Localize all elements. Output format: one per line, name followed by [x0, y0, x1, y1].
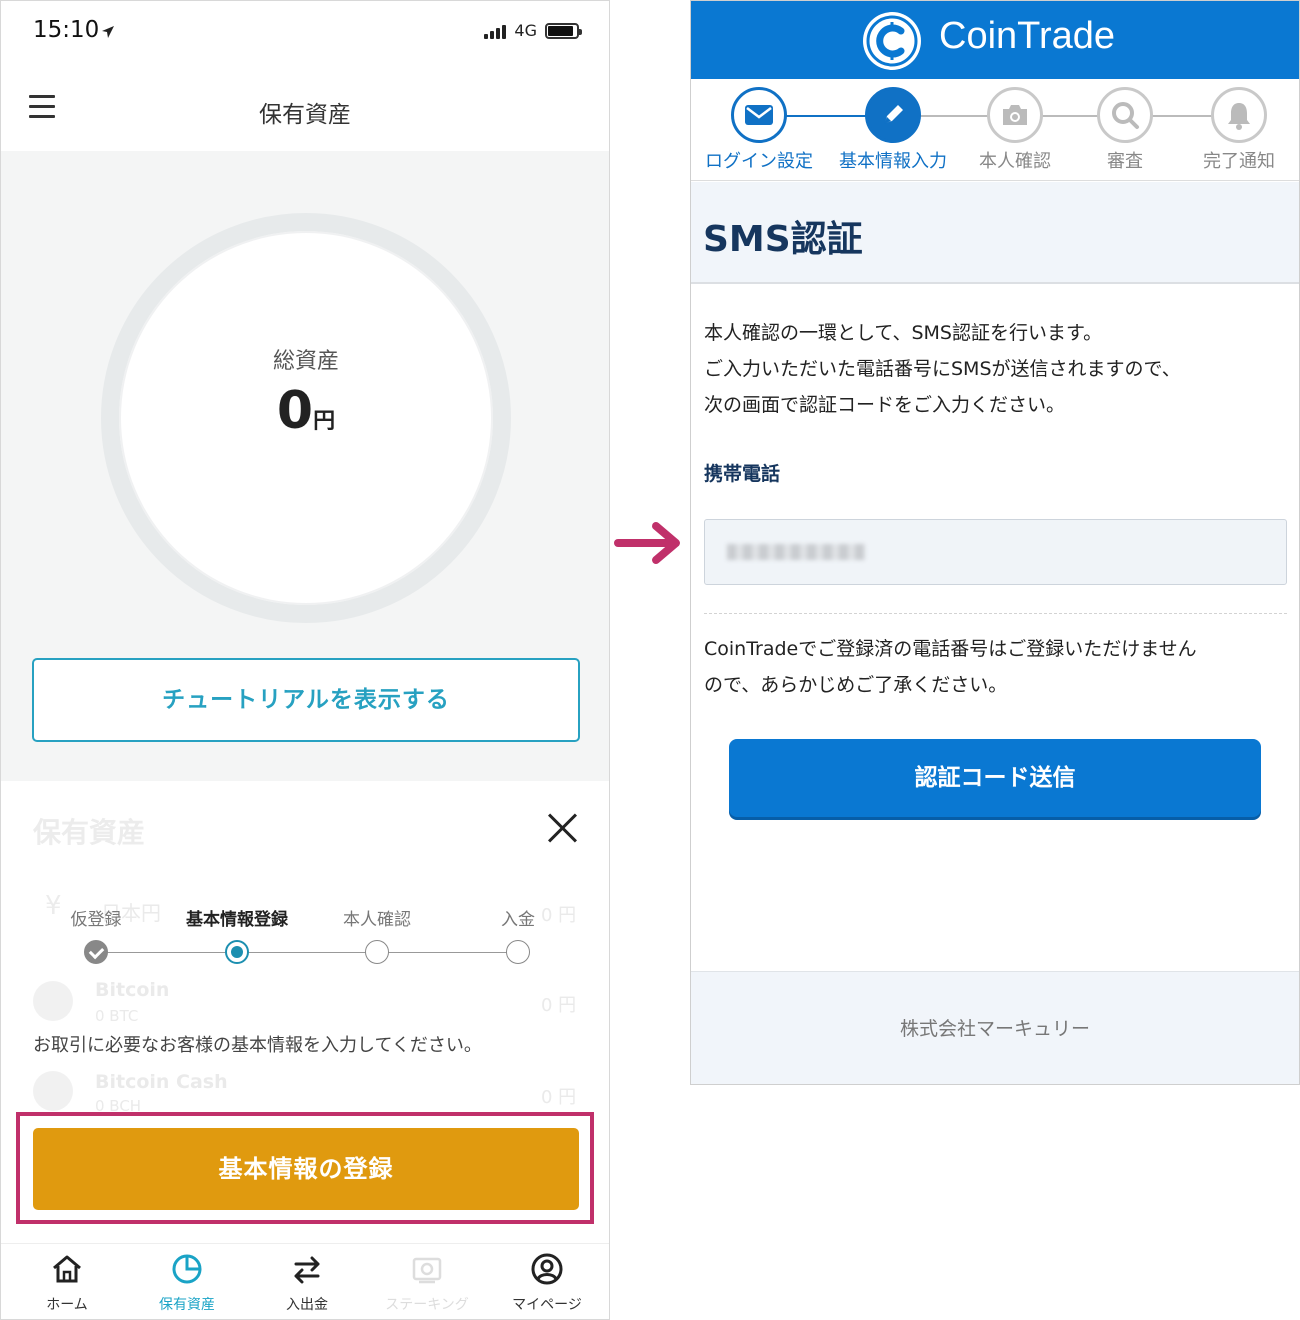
mobile-phone-input[interactable] [704, 519, 1287, 585]
step-label-identity: 本人確認 [343, 910, 411, 930]
asset-summary: 総資産 0円 チュートリアルを表示する [1, 151, 609, 781]
step-todo-dot [506, 940, 530, 964]
registration-steps: ログイン設定 基本情報入力 本人確認 審査 完了通知 [691, 79, 1299, 181]
user-icon [531, 1253, 563, 1285]
company-name: 株式会社マーキュリー [899, 1018, 1090, 1040]
send-verification-code-button[interactable]: 認証コード送信 [729, 739, 1261, 817]
signal-icon [484, 23, 507, 39]
location-arrow-icon [102, 26, 114, 38]
intro-line: 次の画面で認証コードをご入力ください。 [704, 394, 1066, 416]
total-assets-value: 0円 [119, 381, 493, 441]
pencil-icon [884, 105, 903, 124]
yen-icon: ¥ [45, 891, 62, 921]
navigation-bar: 保有資産 [1, 63, 609, 151]
tab-mypage[interactable]: マイページ [487, 1252, 607, 1314]
total-assets-number: 0 [276, 381, 314, 441]
background-title: 保有資産 [33, 816, 146, 849]
redacted-phone-number [727, 544, 865, 560]
note-line: ので、あらかじめご了承ください。 [704, 674, 1008, 696]
tab-deposit-withdraw[interactable]: 入出金 [247, 1252, 367, 1314]
status-indicators: 4G [484, 21, 582, 40]
note-text: CoinTradeでご登録済の電話番号はご登録いただけません ので、あらかじめご… [704, 631, 1197, 703]
tab-label: ホーム [46, 1297, 88, 1313]
background-row-value: 0 円 [541, 905, 577, 926]
background-row-name: Bitcoin Cash [95, 1071, 228, 1093]
web-registration-screen: CoinTrade ログイン設定 基本情報入力 本人確認 審査 完了通知 SMS… [690, 0, 1300, 1085]
note-line: CoinTradeでご登録済の電話番号はご登録いただけません [704, 638, 1197, 660]
tab-label: 入出金 [286, 1297, 328, 1313]
tab-label: マイページ [512, 1297, 582, 1313]
intro-line: ご入力いただいた電話番号にSMSが送信されますので、 [704, 358, 1181, 380]
page-title: 保有資産 [259, 102, 351, 128]
network-type: 4G [514, 21, 537, 40]
step-login-settings [731, 87, 787, 143]
step-basic-info [865, 87, 921, 143]
total-assets-label: 総資産 [272, 349, 339, 374]
step-label-basic-info: 基本情報登録 [186, 910, 288, 930]
sheet-description: お取引に必要なお客様の基本情報を入力してください。 [33, 1035, 482, 1056]
tab-label: 保有資産 [159, 1297, 215, 1313]
canvas: 15:10 4G 保有資産 総資産 0円 チュートリアルを表示する 保有資産 ¥… [0, 0, 1300, 1320]
step-identity [987, 87, 1043, 143]
step-label-provisional: 仮登録 [70, 910, 122, 930]
footer: 株式会社マーキュリー [691, 971, 1299, 1084]
background-row-sub: 0 BTC [95, 1007, 139, 1025]
background-row-value: 0 円 [541, 1087, 577, 1108]
tab-staking[interactable]: ステーキング [367, 1252, 487, 1314]
progress-line-todo [893, 115, 1239, 117]
tab-label: ステーキング [385, 1297, 469, 1313]
asset-ring-chart: 総資産 0円 [101, 213, 511, 623]
battery-icon [545, 22, 582, 39]
mobile-app-screen: 15:10 4G 保有資産 総資産 0円 チュートリアルを表示する 保有資産 ¥… [0, 0, 610, 1320]
brand-name: CoinTrade [939, 15, 1116, 57]
status-time: 15:10 [33, 17, 100, 43]
bitcoin-icon [33, 981, 73, 1021]
divider [704, 613, 1287, 614]
step-review [1097, 87, 1153, 143]
tab-holdings[interactable]: 保有資産 [127, 1252, 247, 1314]
intro-line: 本人確認の一環として、SMS認証を行います。 [704, 322, 1103, 344]
show-tutorial-button[interactable]: チュートリアルを表示する [32, 658, 580, 742]
status-bar: 15:10 4G [1, 1, 609, 63]
background-row-name: Bitcoin [95, 979, 170, 1001]
pie-chart-icon [172, 1254, 202, 1284]
home-icon [53, 1255, 81, 1283]
cointrade-logo-icon [863, 12, 921, 70]
step-done-check-icon [84, 940, 108, 964]
step-label: 完了通知 [1203, 151, 1275, 172]
transfer-icon [294, 1256, 320, 1284]
camera-icon [1003, 105, 1027, 125]
background-row-value: 0 円 [541, 995, 577, 1016]
tab-home[interactable]: ホーム [7, 1252, 127, 1314]
section-header: SMS認証 [691, 182, 1299, 284]
search-icon [1112, 102, 1139, 129]
step-label: 審査 [1107, 151, 1143, 172]
battery-level [548, 25, 574, 36]
intro-text: 本人確認の一環として、SMS認証を行います。 ご入力いただいた電話番号にSMSが… [704, 315, 1181, 423]
section-title: SMS認証 [703, 219, 863, 260]
step-label-deposit: 入金 [501, 910, 535, 930]
mail-icon [745, 105, 773, 125]
tab-bar: ホーム 保有資産 入出金 ステーキング マイページ [1, 1243, 609, 1319]
bell-icon [1228, 103, 1250, 130]
step-label: ログイン設定 [705, 151, 813, 172]
close-icon[interactable] [545, 811, 579, 845]
step-label: 基本情報入力 [839, 151, 947, 172]
progress-line [96, 952, 518, 953]
staking-icon [412, 1257, 442, 1284]
step-todo-dot [365, 940, 389, 964]
brand-header: CoinTrade [691, 1, 1299, 79]
arrow-right-icon [612, 519, 683, 567]
total-assets-unit: 円 [313, 409, 336, 434]
bitcoin-cash-icon [33, 1071, 73, 1111]
mobile-phone-label: 携帯電話 [704, 463, 781, 485]
step-complete [1211, 87, 1267, 143]
step-label: 本人確認 [979, 151, 1051, 172]
step-current-dot [225, 940, 249, 964]
register-basic-info-button[interactable]: 基本情報の登録 [33, 1128, 579, 1210]
